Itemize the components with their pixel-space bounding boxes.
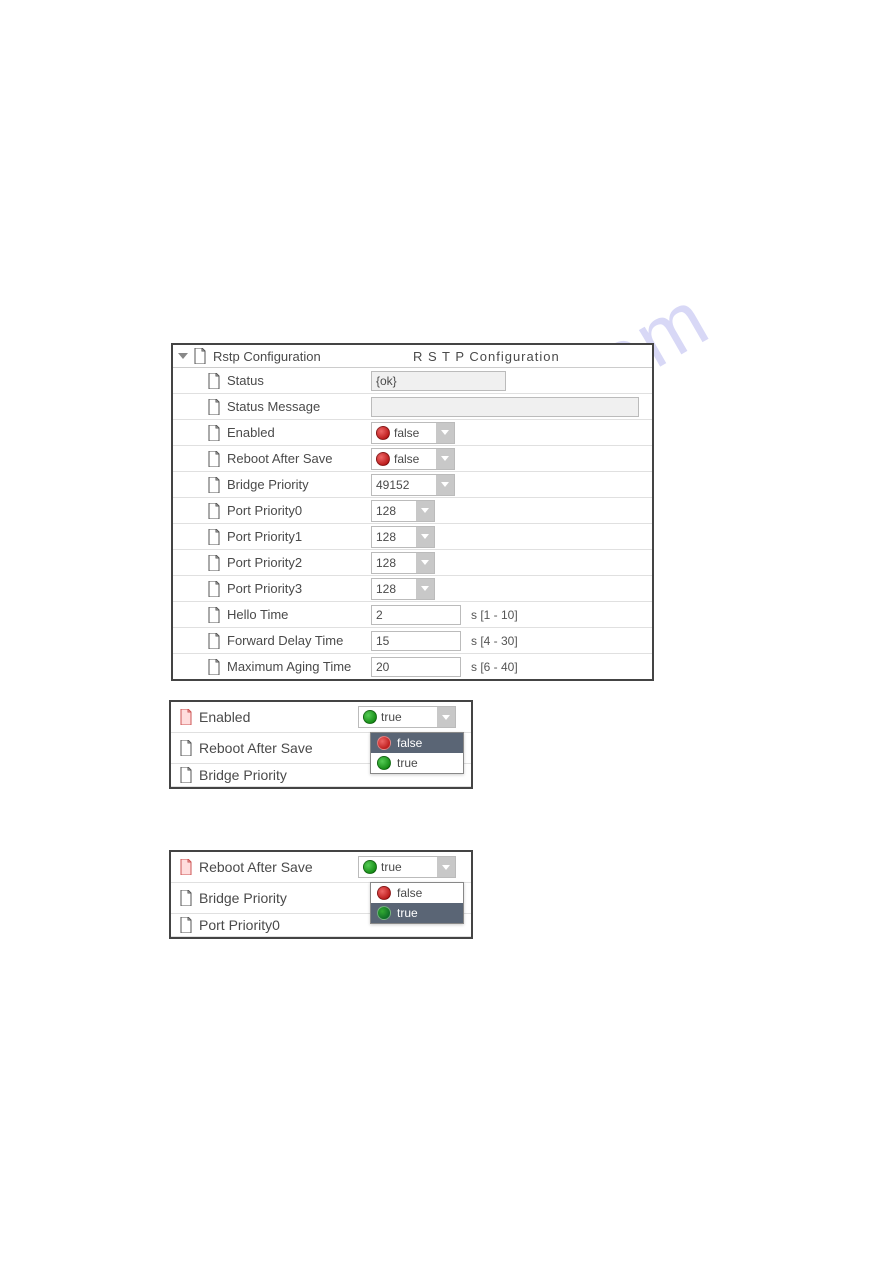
dot-red-icon <box>377 736 391 750</box>
dropdown-button[interactable] <box>437 707 455 727</box>
chevron-down-icon <box>441 482 449 487</box>
dot-green-icon <box>363 710 377 724</box>
page-icon <box>207 399 221 415</box>
page-icon <box>207 581 221 597</box>
bridge-priority-label: Bridge Priority <box>227 477 371 492</box>
dot-red-icon <box>376 452 390 466</box>
dot-green-icon <box>377 756 391 770</box>
chevron-down-icon <box>442 865 450 870</box>
status-message-label: Status Message <box>227 399 371 414</box>
status-label: Status <box>227 373 371 388</box>
panel-subtitle: R S T P Configuration <box>321 349 652 364</box>
enabled-label: Enabled <box>227 425 371 440</box>
max-aging-field[interactable]: 20 <box>371 657 461 677</box>
page-icon-modified <box>179 709 193 725</box>
page-icon <box>179 917 193 933</box>
dropdown-item-true[interactable]: true <box>371 753 463 773</box>
chevron-down-icon <box>421 586 429 591</box>
enabled-select-open[interactable]: true <box>358 706 456 728</box>
dropdown-item-false[interactable]: false <box>371 733 463 753</box>
dot-red-icon <box>377 886 391 900</box>
page-icon <box>207 503 221 519</box>
dropdown-button[interactable] <box>416 527 434 547</box>
reboot-dropdown-snippet: Reboot After Save true Bridge Priority P… <box>169 850 473 939</box>
bridge-priority-label: Bridge Priority <box>199 890 358 906</box>
max-aging-hint: s [6 - 40] <box>471 660 518 674</box>
dot-green-icon <box>377 906 391 920</box>
dot-green-icon <box>363 860 377 874</box>
panel-header-row: Rstp Configuration R S T P Configuration <box>173 345 652 368</box>
port-priority2-select[interactable]: 128 <box>371 552 435 574</box>
dot-red-icon <box>376 426 390 440</box>
page-icon <box>207 477 221 493</box>
chevron-down-icon <box>441 456 449 461</box>
port-priority2-label: Port Priority2 <box>227 555 371 570</box>
reboot-dropdown-list[interactable]: false true <box>370 882 464 924</box>
reboot-select-open[interactable]: true <box>358 856 456 878</box>
page-icon <box>207 607 221 623</box>
hello-time-hint: s [1 - 10] <box>471 608 518 622</box>
enabled-select[interactable]: false <box>371 422 455 444</box>
port-priority3-select[interactable]: 128 <box>371 578 435 600</box>
hello-time-label: Hello Time <box>227 607 371 622</box>
page-icon <box>179 767 193 783</box>
dropdown-button[interactable] <box>416 553 434 573</box>
enabled-dropdown-list[interactable]: false true <box>370 732 464 774</box>
forward-delay-field[interactable]: 15 <box>371 631 461 651</box>
expand-toggle[interactable] <box>173 353 193 359</box>
dropdown-item-true[interactable]: true <box>371 903 463 923</box>
port-priority0-label: Port Priority0 <box>227 503 371 518</box>
enabled-dropdown-snippet: Enabled true Reboot After Save Bridge Pr… <box>169 700 473 789</box>
page-icon <box>207 529 221 545</box>
reboot-after-save-select[interactable]: false <box>371 448 455 470</box>
status-message-field <box>371 397 639 417</box>
hello-time-field[interactable]: 2 <box>371 605 461 625</box>
page-icon <box>179 890 193 906</box>
page-icon <box>207 451 221 467</box>
chevron-down-icon <box>421 534 429 539</box>
dropdown-button[interactable] <box>416 501 434 521</box>
panel-title: Rstp Configuration <box>213 349 321 364</box>
page-icon <box>193 348 207 364</box>
max-aging-label: Maximum Aging Time <box>227 659 371 674</box>
dropdown-item-false[interactable]: false <box>371 883 463 903</box>
port-priority0-label: Port Priority0 <box>199 917 358 933</box>
page-icon-modified <box>179 859 193 875</box>
bridge-priority-select[interactable]: 49152 <box>371 474 455 496</box>
chevron-down-icon <box>421 508 429 513</box>
page-icon <box>207 633 221 649</box>
port-priority1-select[interactable]: 128 <box>371 526 435 548</box>
chevron-down-icon <box>421 560 429 565</box>
forward-delay-label: Forward Delay Time <box>227 633 371 648</box>
enabled-label: Enabled <box>199 709 358 725</box>
chevron-down-icon <box>178 353 188 359</box>
dropdown-button[interactable] <box>436 475 454 495</box>
port-priority3-label: Port Priority3 <box>227 581 371 596</box>
page-icon <box>207 555 221 571</box>
rstp-config-panel: Rstp Configuration R S T P Configuration… <box>171 343 654 681</box>
page-icon <box>179 740 193 756</box>
reboot-after-save-label: Reboot After Save <box>199 740 358 756</box>
reboot-after-save-label: Reboot After Save <box>199 859 358 875</box>
dropdown-button[interactable] <box>436 423 454 443</box>
chevron-down-icon <box>441 430 449 435</box>
page-icon <box>207 425 221 441</box>
chevron-down-icon <box>442 715 450 720</box>
dropdown-button[interactable] <box>436 449 454 469</box>
forward-delay-hint: s [4 - 30] <box>471 634 518 648</box>
page-icon <box>207 659 221 675</box>
port-priority0-select[interactable]: 128 <box>371 500 435 522</box>
dropdown-button[interactable] <box>416 579 434 599</box>
page-icon <box>207 373 221 389</box>
port-priority1-label: Port Priority1 <box>227 529 371 544</box>
dropdown-button[interactable] <box>437 857 455 877</box>
status-field: {ok} <box>371 371 506 391</box>
bridge-priority-label: Bridge Priority <box>199 767 358 783</box>
reboot-after-save-label: Reboot After Save <box>227 451 371 466</box>
